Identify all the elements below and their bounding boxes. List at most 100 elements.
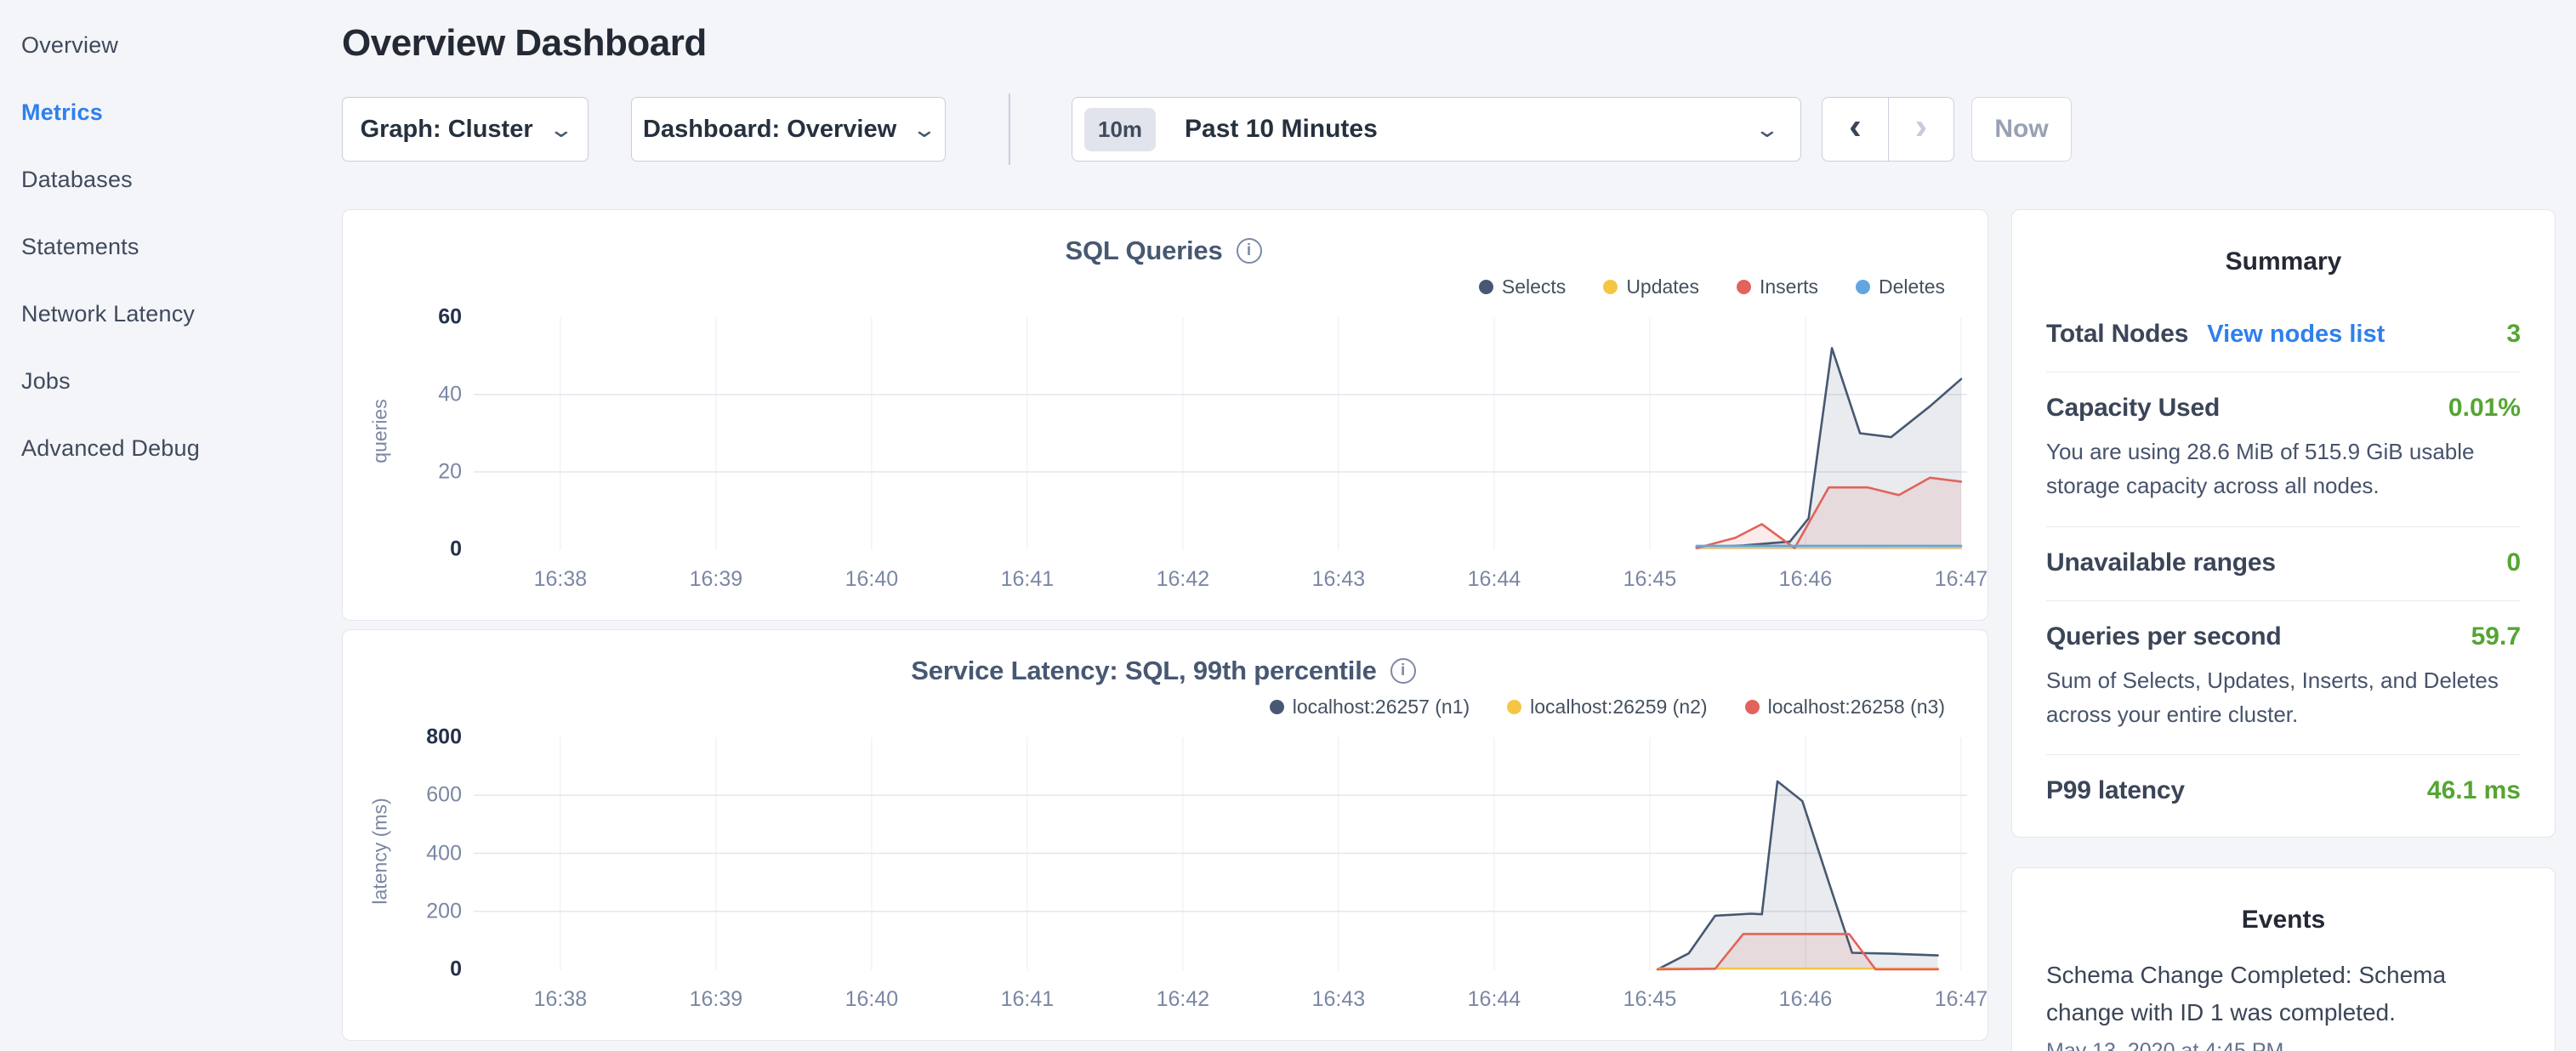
sidebar-item-jobs[interactable]: Jobs bbox=[21, 348, 342, 415]
charts-column: SQL Queries i Selects Updates Inserts Delet… bbox=[342, 209, 1988, 1051]
y-tick-label: 200 bbox=[426, 899, 462, 923]
legend-label: Selects bbox=[1502, 276, 1566, 298]
legend-item[interactable]: localhost:26257 (n1) bbox=[1270, 696, 1470, 719]
controls-bar: Graph: Cluster ⌄ Dashboard: Overview ⌄ 1… bbox=[342, 97, 2556, 162]
sidebar: OverviewMetricsDatabasesStatementsNetwor… bbox=[0, 0, 342, 1051]
legend-dot-icon bbox=[1603, 280, 1618, 294]
y-tick-label: 0 bbox=[450, 537, 462, 562]
x-tick-label: 16:39 bbox=[690, 987, 743, 1012]
chevron-down-icon: ⌄ bbox=[1754, 116, 1781, 143]
y-tick-label: 0 bbox=[450, 957, 462, 982]
dashboard-dropdown[interactable]: Dashboard: Overview ⌄ bbox=[631, 97, 946, 162]
legend-dot-icon bbox=[1856, 280, 1870, 294]
legend-label: Deletes bbox=[1879, 276, 1945, 298]
x-tick-label: 16:41 bbox=[1001, 987, 1055, 1012]
x-tick-label: 16:41 bbox=[1001, 567, 1055, 592]
summary-panel: Summary Total NodesView nodes list3Capac… bbox=[2011, 209, 2556, 838]
chart-body: latency (ms) 0 200 400 600 800 bbox=[360, 724, 1967, 979]
x-tick-label: 16:47 bbox=[1935, 567, 1988, 592]
legend-item[interactable]: Updates bbox=[1603, 276, 1699, 298]
summary-item-description: You are using 28.6 MiB of 515.9 GiB usab… bbox=[2046, 435, 2521, 503]
x-tick-label: 16:40 bbox=[845, 987, 899, 1012]
x-tick-label: 16:43 bbox=[1312, 987, 1366, 1012]
y-tick-label: 800 bbox=[426, 725, 462, 750]
sidebar-item-databases[interactable]: Databases bbox=[21, 146, 342, 213]
chevron-down-icon: ⌄ bbox=[548, 116, 574, 143]
y-axis-ticks: 0 200 400 600 800 bbox=[401, 724, 474, 979]
legend-item[interactable]: localhost:26258 (n3) bbox=[1745, 696, 1945, 719]
legend-label: localhost:26258 (n3) bbox=[1768, 696, 1945, 719]
y-axis-ticks: 0 20 40 60 bbox=[401, 304, 474, 559]
x-axis-ticks: 16:38 16:39 16:40 16:41 16:42 16:43 16:44 16:45… bbox=[474, 979, 1967, 1016]
service-latency-chart[interactable] bbox=[474, 724, 1967, 979]
events-panel: Events Schema Change Completed: Schema c… bbox=[2011, 867, 2556, 1051]
y-axis-label: latency (ms) bbox=[369, 798, 392, 904]
x-tick-label: 16:44 bbox=[1468, 987, 1521, 1012]
event-timestamp: May 13, 2020 at 4:45 PM bbox=[2046, 1039, 2521, 1051]
summary-item-title: P99 latency bbox=[2046, 776, 2185, 805]
legend-item[interactable]: Selects bbox=[1479, 276, 1566, 298]
sidebar-item-advanced-debug[interactable]: Advanced Debug bbox=[21, 415, 342, 482]
x-tick-label: 16:38 bbox=[534, 567, 588, 592]
chart-header: SQL Queries i bbox=[360, 232, 1967, 270]
summary-item-value: 0.01% bbox=[2448, 394, 2521, 423]
info-icon[interactable]: i bbox=[1237, 238, 1262, 264]
legend-label: Updates bbox=[1626, 276, 1699, 298]
content-row: SQL Queries i Selects Updates Inserts Delet… bbox=[342, 209, 2556, 1051]
y-tick-label: 20 bbox=[438, 460, 462, 485]
legend-item[interactable]: localhost:26259 (n2) bbox=[1507, 696, 1707, 719]
graph-dropdown[interactable]: Graph: Cluster ⌄ bbox=[342, 97, 589, 162]
legend-label: localhost:26257 (n1) bbox=[1293, 696, 1470, 719]
summary-header: Summary bbox=[2046, 247, 2521, 276]
time-window-dropdown[interactable]: 10m Past 10 Minutes ⌄ bbox=[1072, 97, 1801, 162]
summary-item-value: 59.7 bbox=[2471, 622, 2521, 651]
graph-dropdown-label: Graph: Cluster bbox=[361, 116, 533, 144]
chart-title: Service Latency: SQL, 99th percentile bbox=[911, 656, 1376, 686]
sql-queries-chart-panel: SQL Queries i Selects Updates Inserts Delet… bbox=[342, 209, 1988, 621]
next-button[interactable]: › bbox=[1888, 98, 1953, 161]
x-tick-label: 16:39 bbox=[690, 567, 743, 592]
sql-queries-chart[interactable] bbox=[474, 304, 1967, 559]
sidebar-item-network-latency[interactable]: Network Latency bbox=[21, 281, 342, 348]
y-tick-label: 600 bbox=[426, 783, 462, 808]
legend-dot-icon bbox=[1737, 280, 1751, 294]
legend-item[interactable]: Inserts bbox=[1737, 276, 1818, 298]
time-window-label: Past 10 Minutes bbox=[1185, 115, 1758, 144]
info-icon[interactable]: i bbox=[1390, 658, 1416, 684]
events-header: Events bbox=[2046, 906, 2521, 935]
y-tick-label: 400 bbox=[426, 841, 462, 866]
y-tick-label: 40 bbox=[438, 383, 462, 407]
legend-dot-icon bbox=[1479, 280, 1493, 294]
legend-item[interactable]: Deletes bbox=[1856, 276, 1945, 298]
summary-item-value: 3 bbox=[2506, 320, 2521, 349]
events-items: Schema Change Completed: Schema change w… bbox=[2046, 957, 2521, 1051]
sidebar-item-metrics[interactable]: Metrics bbox=[21, 79, 342, 146]
chart-header: Service Latency: SQL, 99th percentile i bbox=[360, 652, 1967, 690]
x-tick-label: 16:47 bbox=[1935, 987, 1988, 1012]
x-tick-label: 16:42 bbox=[1157, 987, 1210, 1012]
controls-divider bbox=[1009, 94, 1010, 165]
now-button[interactable]: Now bbox=[1971, 97, 2072, 162]
x-tick-label: 16:45 bbox=[1624, 987, 1677, 1012]
x-tick-label: 16:45 bbox=[1624, 567, 1677, 592]
y-tick-label: 60 bbox=[438, 305, 462, 330]
summary-item: Capacity Used0.01%You are using 28.6 MiB… bbox=[2046, 372, 2521, 527]
event-text[interactable]: Schema Change Completed: Schema change w… bbox=[2046, 957, 2521, 1031]
time-window-badge: 10m bbox=[1084, 108, 1156, 151]
legend-dot-icon bbox=[1745, 700, 1760, 714]
chevron-down-icon: ⌄ bbox=[912, 116, 938, 143]
sidebar-item-overview[interactable]: Overview bbox=[21, 12, 342, 79]
sidebar-item-statements[interactable]: Statements bbox=[21, 213, 342, 281]
summary-item-title: Unavailable ranges bbox=[2046, 548, 2276, 577]
summary-item-description: Sum of Selects, Updates, Inserts, and De… bbox=[2046, 663, 2521, 732]
x-tick-label: 16:38 bbox=[534, 987, 588, 1012]
summary-item: Total NodesView nodes list3 bbox=[2046, 298, 2521, 372]
time-pager: ‹ › bbox=[1822, 97, 1954, 162]
summary-item-title: Queries per second bbox=[2046, 622, 2282, 651]
summary-item-value: 46.1 ms bbox=[2427, 776, 2521, 805]
prev-button[interactable]: ‹ bbox=[1823, 98, 1888, 161]
summary-item: Queries per second 59.7 Sum of Selects, Up… bbox=[2046, 601, 2521, 756]
x-axis-ticks: 16:3816:3916:4016:4116:4216:4316:4416:45… bbox=[474, 559, 1967, 596]
view-nodes-list-link[interactable]: View nodes list bbox=[2207, 321, 2385, 349]
summary-item-value: 0 bbox=[2506, 548, 2521, 577]
